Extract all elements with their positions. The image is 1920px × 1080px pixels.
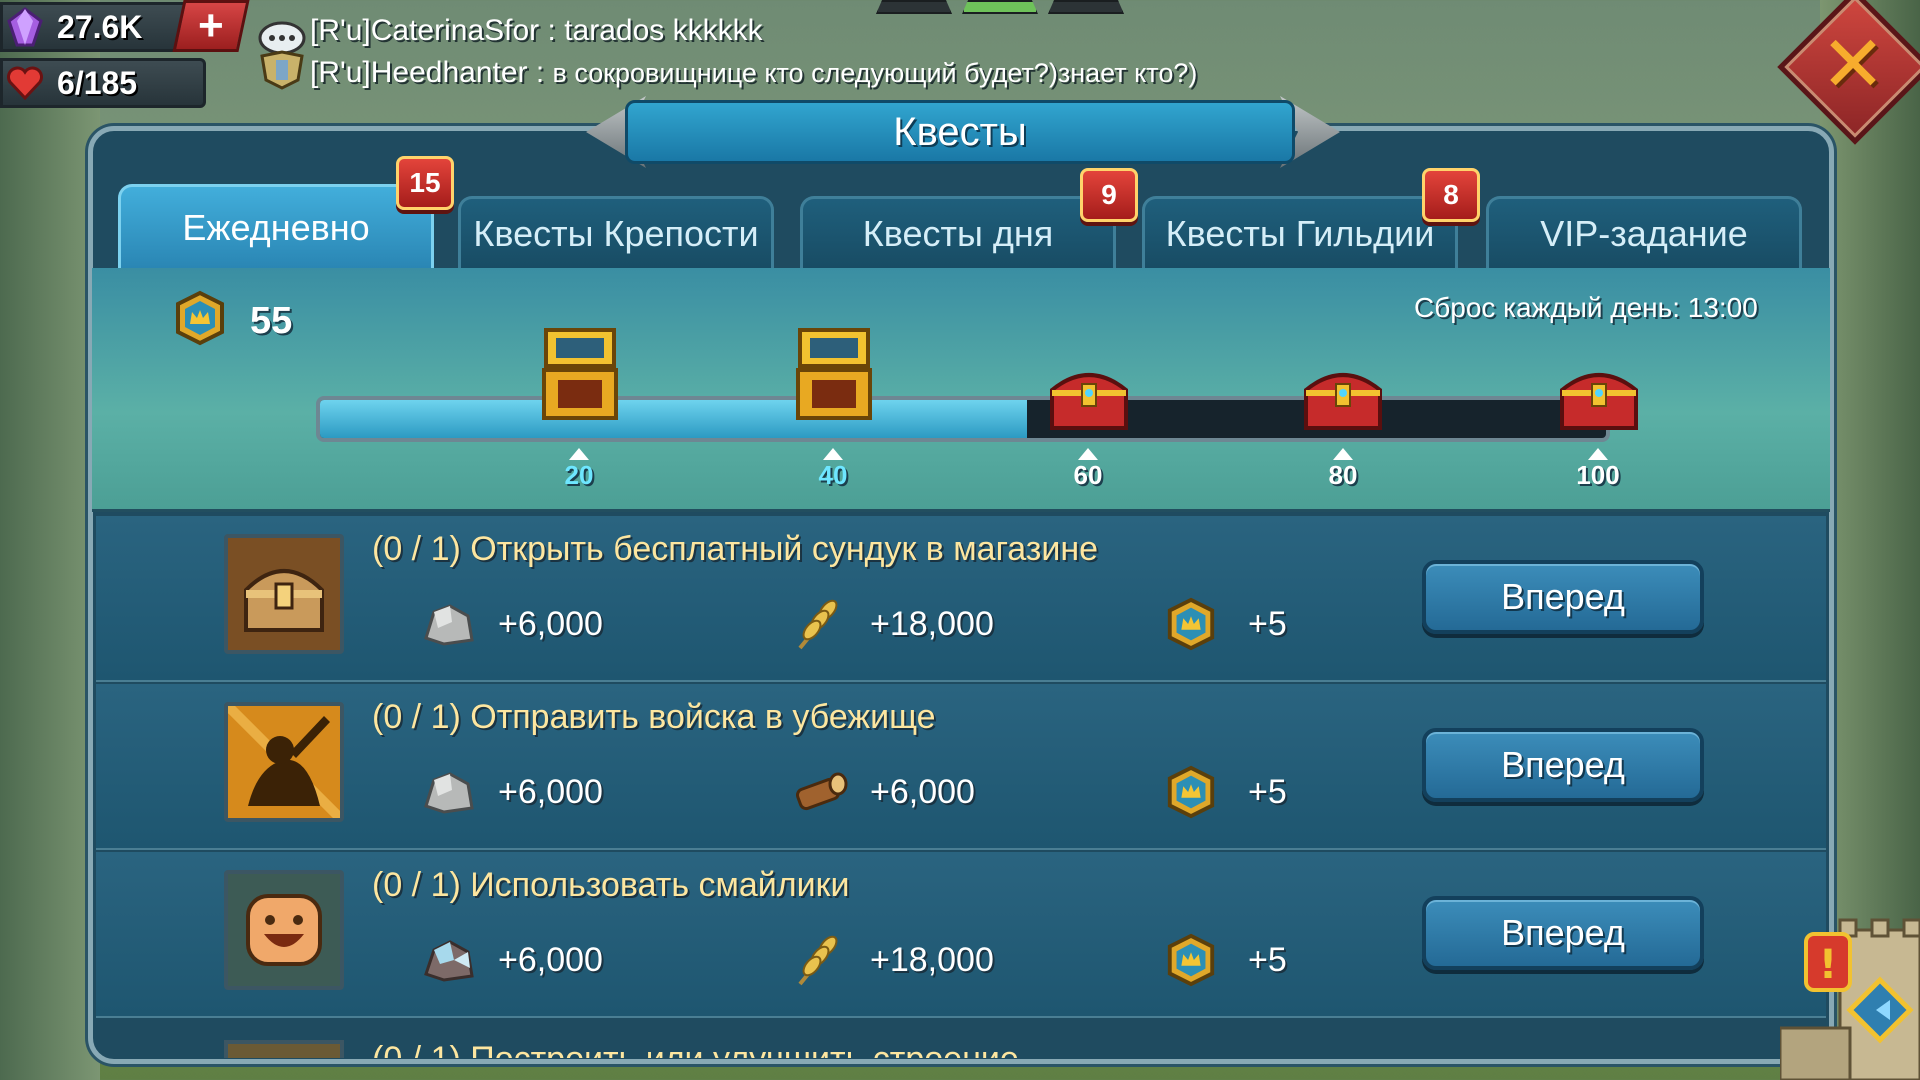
reward-quest-points: +5 <box>1164 596 1287 652</box>
tab-vip-quest[interactable]: VIP-задание <box>1486 196 1802 268</box>
quest-title: (0 / 1) Открыть бесплатный сундук в мага… <box>372 530 1099 568</box>
ore-icon <box>424 940 474 982</box>
chat-user-2: [R'u]Heedhanter <box>310 56 528 89</box>
stone-icon <box>424 772 474 814</box>
reward-food: +18,000 <box>792 932 994 988</box>
tab-label: Квесты дня <box>862 212 1054 254</box>
go-button[interactable]: Вперед <box>1422 728 1704 802</box>
tab-label: Квесты Крепости <box>473 212 759 254</box>
quest-points-icon <box>1167 765 1215 819</box>
reward-value: +6,000 <box>498 940 603 979</box>
background-left <box>0 0 100 1080</box>
reward-value: +18,000 <box>870 940 994 979</box>
reward-timber: +6,000 <box>792 764 975 820</box>
chat-line-1[interactable]: [R'u]CaterinaSfor : tarados kkkkkk <box>310 14 763 48</box>
gem-icon <box>3 5 47 49</box>
svg-text:!: ! <box>1819 942 1837 988</box>
milestone-label: 40 <box>818 460 848 490</box>
reward-quest-points: +5 <box>1164 764 1287 820</box>
chat-msg-2: в сокровищнице кто следующий будет?)знае… <box>552 58 1198 88</box>
page-indicator <box>876 0 1124 14</box>
tab-daily-quests[interactable]: Квесты дня <box>800 196 1116 268</box>
milestone-20: 20 <box>549 448 609 491</box>
milestone-label: 80 <box>1328 460 1358 490</box>
tab-label: Ежедневно <box>182 206 370 248</box>
reward-food: +18,000 <box>792 596 994 652</box>
gems-counter: 27.6K <box>0 2 190 52</box>
timber-icon <box>795 772 848 811</box>
locked-chest-icon[interactable] <box>1048 360 1130 432</box>
chat-line-2[interactable]: [R'u]Heedhanter : в сокровищнице кто сле… <box>310 56 1197 90</box>
milestone-40: 40 <box>803 448 863 491</box>
quest-points-value: 55 <box>250 300 293 342</box>
milestone-label: 60 <box>1073 460 1103 490</box>
stone-icon <box>424 604 474 646</box>
partial-quest-title: (0 / 1) Построить или улучшить строение <box>372 1040 1019 1058</box>
quest-points-icon <box>1167 597 1215 651</box>
reward-value: +5 <box>1248 940 1287 979</box>
reward-value: +5 <box>1248 604 1287 643</box>
opened-chest-icon[interactable] <box>538 326 622 426</box>
reward-value: +5 <box>1248 772 1287 811</box>
progress-bar <box>316 396 1610 442</box>
go-button[interactable]: Вперед <box>1422 896 1704 970</box>
tab-daily-badge: 15 <box>396 156 454 210</box>
quest-points-icon <box>172 290 228 346</box>
reward-quest-points: +5 <box>1164 932 1287 988</box>
go-button[interactable]: Вперед <box>1422 560 1704 634</box>
chat-msg-1: tarados kkkkkk <box>564 14 763 47</box>
tab-label: Квесты Гильдии <box>1165 212 1435 254</box>
gems-value: 27.6K <box>57 8 143 45</box>
close-icon: ✕ <box>1820 19 1886 108</box>
troops-sword-icon <box>224 702 344 822</box>
milestone-label: 20 <box>564 460 594 490</box>
heart-icon <box>3 61 47 105</box>
reward-value: +6,000 <box>870 772 975 811</box>
castle-shortcut-icon[interactable]: ! <box>1778 900 1920 1080</box>
tab-label: VIP-задание <box>1540 212 1748 254</box>
reward-value: +6,000 <box>498 604 603 643</box>
wheat-icon <box>798 599 838 650</box>
chat-user-1: [R'u]CaterinaSfor <box>310 14 540 47</box>
window-title: Квесты <box>625 100 1295 164</box>
progress-bar-fill <box>320 400 1028 438</box>
tab-daily[interactable]: Ежедневно <box>118 184 434 268</box>
guild-emblem-icon <box>258 50 306 90</box>
quest-row: (0 / 1) Использовать смайлики +6,000 +18… <box>96 852 1826 1018</box>
page-dot <box>876 0 952 14</box>
quest-points-icon <box>1167 933 1215 987</box>
tab-stronghold-quests[interactable]: Квесты Крепости <box>458 196 774 268</box>
reward-value: +6,000 <box>498 772 603 811</box>
reward-ore: +6,000 <box>420 932 603 988</box>
reward-stone: +6,000 <box>420 764 603 820</box>
quest-row: (0 / 1) Открыть бесплатный сундук в мага… <box>96 516 1826 682</box>
quest-title: (0 / 1) Отправить войска в убежище <box>372 698 936 736</box>
build-quest-icon <box>224 1040 344 1058</box>
wheat-icon <box>798 935 838 986</box>
reward-stone: +6,000 <box>420 596 603 652</box>
milestone-60: 60 <box>1058 448 1118 491</box>
tab-guild-quests-badge: 8 <box>1422 168 1480 222</box>
locked-chest-icon[interactable] <box>1558 360 1640 432</box>
life-value: 6/185 <box>57 64 138 101</box>
opened-chest-icon[interactable] <box>792 326 876 426</box>
milestone-80: 80 <box>1313 448 1373 491</box>
page-dot <box>1048 0 1124 14</box>
quest-title: (0 / 1) Использовать смайлики <box>372 866 850 904</box>
quest-row: (0 / 1) Отправить войска в убежище +6,00… <box>96 684 1826 850</box>
buy-gems-button[interactable]: + <box>172 0 250 52</box>
milestone-100: 100 <box>1568 448 1628 491</box>
page-dot-active <box>962 0 1038 14</box>
treasure-chest-icon <box>224 534 344 654</box>
locked-chest-icon[interactable] <box>1302 360 1384 432</box>
reward-value: +18,000 <box>870 604 994 643</box>
reset-time-text: Сброс каждый день: 13:00 <box>1414 292 1758 323</box>
emoji-smiley-icon <box>224 870 344 990</box>
life-counter: 6/185 <box>0 58 206 108</box>
tab-guild-quests[interactable]: Квесты Гильдии <box>1142 196 1458 268</box>
milestone-label: 100 <box>1576 460 1620 490</box>
tab-daily-quests-badge: 9 <box>1080 168 1138 222</box>
